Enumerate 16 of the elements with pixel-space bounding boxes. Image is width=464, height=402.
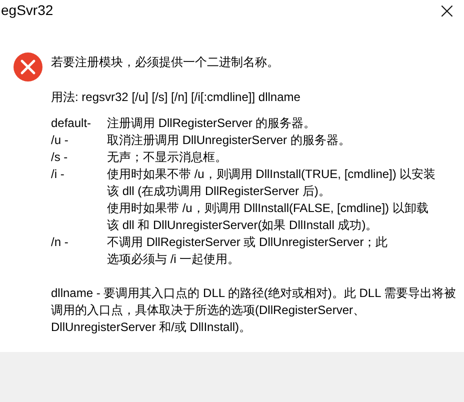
window-title: egSvr32	[1, 2, 54, 18]
option-label: /u -	[51, 132, 68, 149]
error-message: 若要注册模块，必须提供一个二进制名称。	[51, 54, 280, 71]
option-description: 使用时如果不带 /u，则调用 DllInstall(TRUE, [cmdline]) 以安装 该 dll (在成功调用 DllRegisterServer 后)。 使用时如果带 /u，则调用 DllInstall(FALSE, [cmdline]) 以卸载 该 dll 和 DllUnregisterServer(如果 DllInstall 成功)。	[107, 166, 437, 234]
option-description: 取消注册调用 DllUnregisterServer 的服务器。	[107, 132, 352, 149]
dllname-description: dllname - 要调用其入口点的 DLL 的路径(绝对或相对)。此 DLL 需要导出将被 调用的入口点，具体取决于所选的选项(DllRegisterServer、 DllUnregisterServer 和/或 DllInstall)。	[51, 285, 456, 336]
option-description: 无声；不显示消息框。	[107, 149, 228, 166]
option-label: /i -	[51, 166, 64, 183]
option-description: 注册调用 DllRegisterServer 的服务器。	[107, 115, 317, 132]
option-label: default-	[51, 115, 92, 132]
usage-text: 用法: regsvr32 [/u] [/s] [/n] [/i[:cmdline]] dllname	[51, 89, 302, 106]
option-description: 不调用 DllRegisterServer 或 DllUnregisterServer；此 选项必须与 /i 一起使用。	[107, 234, 389, 268]
option-label: /n -	[51, 234, 68, 251]
option-label: /s -	[51, 149, 68, 166]
error-icon	[13, 52, 43, 82]
close-button[interactable]: ×	[436, 0, 458, 24]
